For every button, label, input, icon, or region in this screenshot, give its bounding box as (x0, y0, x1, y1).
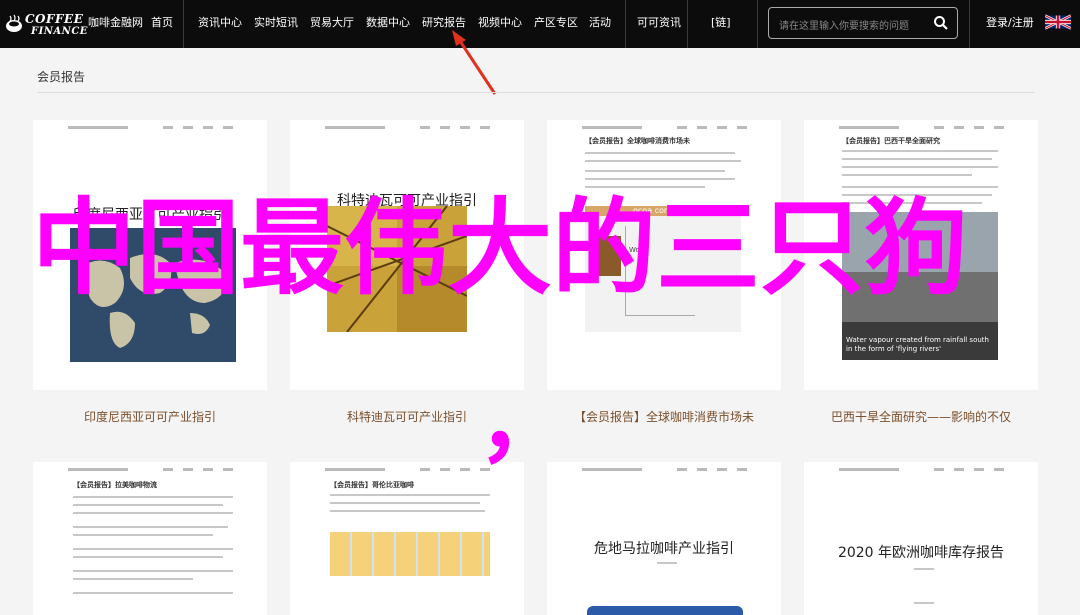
doc-header (557, 468, 771, 474)
report-caption-link[interactable]: 巴西干旱全面研究——影响的不仅 (804, 408, 1038, 425)
overlay-text: 中国最伟大的三只狗 (32, 187, 969, 309)
nav-divider (757, 0, 758, 48)
section-title: 会员报告 (37, 70, 86, 84)
overlay-comma: ， (478, 370, 568, 475)
report-card[interactable]: 【会员报告】哥伦比亚咖啡 (290, 462, 524, 615)
section-divider (37, 92, 1035, 93)
nav-chain[interactable]: [链] (711, 16, 731, 30)
uk-flag-icon[interactable] (1045, 14, 1071, 30)
doc-header (300, 126, 514, 132)
report-doc-title: 【会员报告】哥伦比亚咖啡 (330, 481, 414, 489)
doc-header (43, 468, 257, 474)
nav-home[interactable]: 首页 (151, 16, 173, 30)
page: COFFEE FINANCE 咖啡金融网 首页 资讯中心 实时短讯 贸易大厅 数… (0, 0, 1080, 615)
nav-flash-news[interactable]: 实时短讯 (254, 16, 298, 30)
doc-header (814, 126, 1028, 132)
search-input[interactable]: 请在这里输入你要搜索的问题 (779, 17, 909, 32)
cover-image (587, 606, 743, 615)
table-thumbnail (330, 532, 490, 576)
report-caption-link[interactable]: 【会员报告】全球咖啡消费市场未 (547, 408, 781, 425)
top-nav: COFFEE FINANCE 咖啡金融网 首页 资讯中心 实时短讯 贸易大厅 数… (0, 0, 1080, 48)
coffee-cup-icon (6, 14, 22, 32)
nav-divider (625, 0, 626, 48)
logo-line-1: COFFEE (25, 12, 84, 26)
nav-divider (969, 0, 970, 48)
nav-divider (183, 0, 184, 48)
doc-header (814, 468, 1028, 474)
nav-coffee-finance[interactable]: 咖啡金融网 (88, 16, 143, 30)
report-doc-title: 【会员报告】拉美咖啡物流 (73, 481, 157, 489)
doc-header (557, 126, 771, 132)
report-card[interactable]: 2020 年欧洲咖啡库存报告 (804, 462, 1038, 615)
nav-news-center[interactable]: 资讯中心 (198, 16, 242, 30)
nav-divider (687, 0, 688, 48)
report-doc-title: 【会员报告】全球咖啡消费市场未 (585, 137, 690, 145)
report-doc-title: 2020 年欧洲咖啡库存报告 (837, 545, 1005, 561)
report-card[interactable]: 危地马拉咖啡产业指引 (547, 462, 781, 615)
nav-cocoa-news[interactable]: 可可资讯 (637, 16, 681, 30)
search-icon[interactable] (933, 15, 949, 31)
nav-events[interactable]: 活动 (589, 16, 611, 30)
nav-data-center[interactable]: 数据中心 (366, 16, 410, 30)
logo-line-2: FINANCE (31, 26, 88, 37)
login-register-link[interactable]: 登录/注册 (986, 16, 1034, 30)
nav-trade-hall[interactable]: 贸易大厅 (310, 16, 354, 30)
report-card[interactable]: 【会员报告】拉美咖啡物流 (33, 462, 267, 615)
doc-header (43, 126, 257, 132)
site-logo[interactable]: COFFEE FINANCE (3, 6, 87, 42)
report-doc-title: 【会员报告】巴西干旱全面研究 (842, 137, 940, 145)
report-doc-title: 危地马拉咖啡产业指引 (594, 541, 734, 557)
red-arrow-annotation (452, 30, 497, 95)
report-caption-link[interactable]: 印度尼西亚可可产业指引 (33, 408, 267, 425)
nav-origin-zone[interactable]: 产区专区 (534, 16, 578, 30)
search-box[interactable]: 请在这里输入你要搜索的问题 (768, 7, 958, 39)
